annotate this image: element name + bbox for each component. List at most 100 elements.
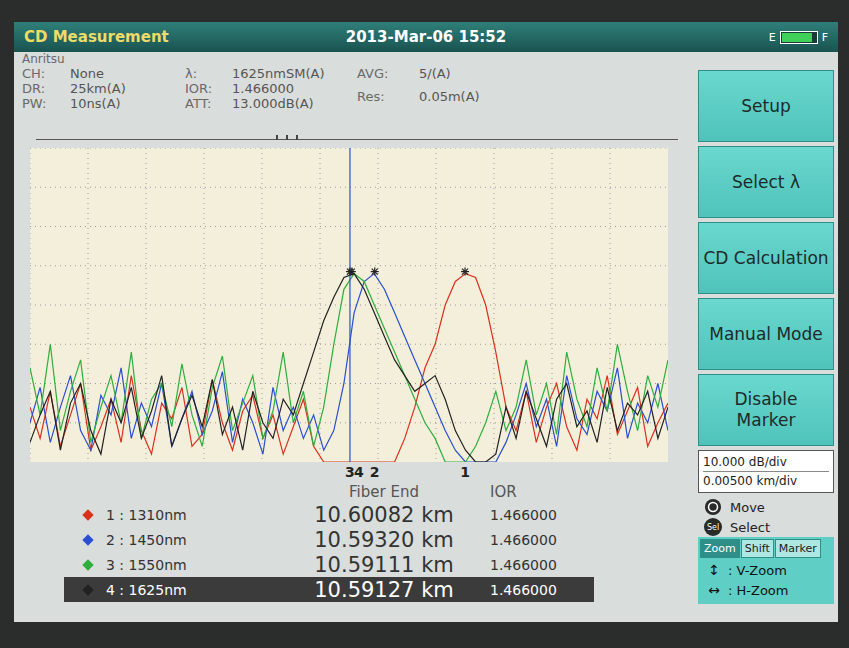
grid-line	[30, 148, 668, 149]
param-value: None	[70, 66, 175, 81]
instrument-bezel: CD Measurement2013-Mar-06 15:52EFAnritsu…	[0, 0, 849, 648]
zoom-label: : H-Zoom	[728, 583, 788, 598]
menu-button[interactable]: Manual Mode	[698, 298, 834, 370]
marker-axis: 3421	[30, 462, 668, 482]
trace-chart	[30, 148, 668, 462]
grid-line	[30, 226, 668, 227]
scale-box: 10.000 dB/div0.00500 km/div	[698, 450, 834, 493]
zoom-keys: ↕ : V-Zoom ↔: H-Zoom	[698, 558, 834, 604]
param-value: 13.000dB(A)	[232, 96, 347, 111]
battery-full-label: F	[822, 31, 828, 44]
plot	[14, 148, 698, 462]
param-label: λ:	[185, 66, 232, 81]
zoom-row: ↔: H-Zoom	[698, 580, 834, 600]
menu-button[interactable]: Disable Marker	[698, 374, 834, 446]
grid-line	[30, 383, 668, 384]
trace-line	[30, 274, 668, 462]
mode-tab[interactable]: Zoom	[700, 539, 740, 558]
date-time: 2013-Mar-06 15:52	[346, 28, 507, 46]
param-value: 10ns(A)	[70, 96, 175, 111]
battery-fill	[782, 33, 813, 42]
screen-title: CD Measurement	[24, 28, 346, 46]
arrow-icon: ↕	[706, 562, 722, 578]
param-label: PW:	[22, 96, 70, 111]
marker-label: 2	[370, 464, 380, 480]
mode-tab[interactable]: Marker	[775, 539, 821, 558]
select-key-icon: Sel	[704, 518, 722, 536]
param-value: 25km(A)	[70, 81, 175, 96]
ior-cell[interactable]: 1.466000	[484, 552, 594, 577]
param-value: 5/(A)	[419, 66, 529, 89]
screen: CD Measurement2013-Mar-06 15:52EFAnritsu…	[14, 22, 838, 622]
table-header: IOR	[484, 482, 594, 502]
fiber-end-cell[interactable]: 10.59320 km	[284, 527, 484, 552]
grid-line	[30, 187, 668, 188]
key-label: Select	[730, 520, 770, 535]
marker-axis-row: 3421	[14, 462, 698, 482]
scroll-indicator	[36, 139, 678, 140]
param-value: 0.05m(A)	[419, 89, 529, 112]
trace-line	[30, 274, 668, 462]
menu-button[interactable]: CD Calculation	[698, 222, 834, 294]
series-icon	[82, 584, 93, 595]
param-label: DR:	[22, 81, 70, 96]
tick	[296, 135, 298, 140]
indicator-ticks	[276, 135, 298, 140]
ior-cell[interactable]: 1.466000	[484, 527, 594, 552]
menu-button[interactable]: Setup	[698, 70, 834, 142]
param-label: CH:	[22, 66, 70, 81]
param-group: AVG:5/(A)Res:0.05m(A)	[357, 66, 529, 111]
param-label: ATT:	[185, 96, 232, 111]
key-label: Move	[730, 500, 765, 515]
info-panel: AnritsuCH:NoneDR:25km(A)PW:10ns(A)λ:1625…	[14, 52, 698, 148]
fiber-end-cell[interactable]: 10.60082 km	[284, 502, 484, 527]
param-group: CH:NoneDR:25km(A)PW:10ns(A)	[22, 66, 175, 111]
legend-cell[interactable]: 2 : 1450nm	[64, 527, 284, 552]
key-row: Move	[698, 497, 834, 517]
legend-cell[interactable]: 4 : 1625nm	[64, 577, 284, 602]
param-group: λ:1625nmSM(A)IOR:1.466000ATT:13.000dB(A)	[185, 66, 347, 111]
tick	[276, 135, 278, 140]
dial-icon	[704, 498, 722, 516]
series-icon	[82, 559, 93, 570]
marker-label: 4	[354, 464, 364, 480]
cursor-line[interactable]	[349, 148, 350, 462]
param-label: Res:	[357, 89, 419, 112]
zoom-label: : V-Zoom	[728, 563, 787, 578]
key-row: Sel Select	[698, 517, 834, 537]
grid-line	[262, 148, 263, 462]
peak-marker-icon	[371, 268, 379, 276]
table-header: Fiber End	[284, 482, 484, 502]
battery-empty-label: E	[769, 31, 776, 44]
battery: EF	[506, 31, 828, 44]
param-label: IOR:	[185, 81, 232, 96]
fiber-end-cell[interactable]: 10.59127 km	[284, 577, 484, 602]
results-table: Fiber EndIOR1 : 1310nm10.60082 km1.46600…	[64, 482, 594, 602]
main-panel: AnritsuCH:NoneDR:25km(A)PW:10ns(A)λ:1625…	[14, 52, 698, 622]
mode-tabs: ZoomShiftMarker	[698, 537, 834, 558]
brand: Anritsu	[22, 52, 690, 66]
series-icon	[82, 534, 93, 545]
trace-line	[30, 274, 668, 462]
grid-line	[494, 148, 495, 462]
grid-line	[30, 422, 668, 423]
series-icon	[82, 509, 93, 520]
mode-tab[interactable]: Shift	[741, 539, 774, 558]
legend-cell[interactable]: 3 : 1550nm	[64, 552, 284, 577]
plot-area	[30, 148, 668, 462]
ior-cell[interactable]: 1.466000	[484, 577, 594, 602]
fiber-end-cell[interactable]: 10.59111 km	[284, 552, 484, 577]
scale-text: 0.00500 km/div	[703, 472, 829, 490]
peak-marker-icon	[348, 268, 356, 276]
key-legend: Move Sel Select ZoomShiftMarker ↕ : V-Zoom ↔: …	[698, 497, 834, 604]
tick	[286, 135, 288, 140]
menu-button[interactable]: Select λ	[698, 146, 834, 218]
scale-text: 10.000 dB/div	[703, 453, 829, 472]
grid-line	[30, 265, 668, 266]
peak-marker-icon	[461, 268, 469, 276]
grid-line	[30, 305, 668, 306]
body: AnritsuCH:NoneDR:25km(A)PW:10ns(A)λ:1625…	[14, 52, 838, 622]
legend-cell[interactable]: 1 : 1310nm	[64, 502, 284, 527]
trace-line	[30, 274, 668, 462]
ior-cell[interactable]: 1.466000	[484, 502, 594, 527]
